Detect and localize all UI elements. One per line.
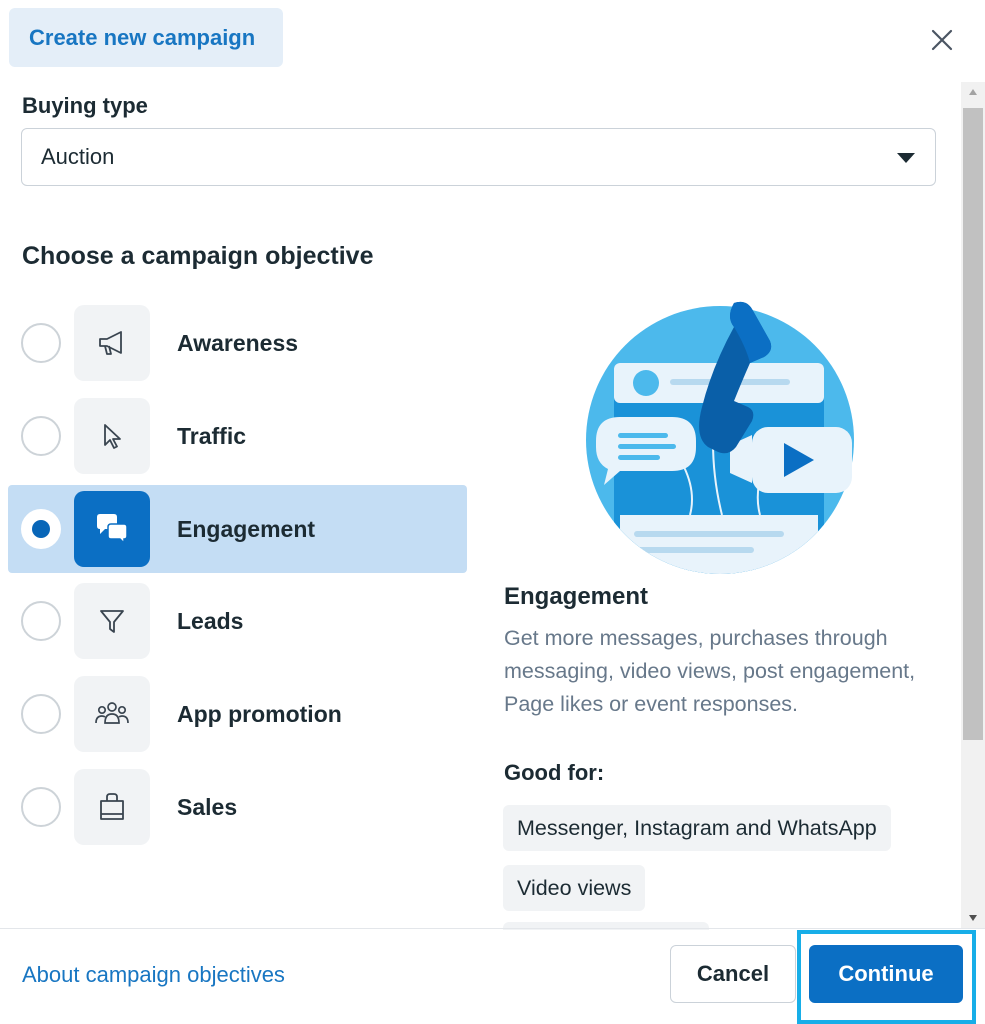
description-title: Engagement: [504, 583, 649, 610]
buying-type-label: Buying type: [22, 93, 148, 118]
people-icon: [74, 676, 150, 752]
objective-label: Engagement: [177, 515, 316, 542]
scrollbar-thumb[interactable]: [963, 108, 983, 740]
good-for-label: Good for:: [504, 760, 605, 785]
objective-label: Leads: [177, 607, 244, 634]
about-objectives-link[interactable]: About campaign objectives: [22, 962, 285, 988]
cancel-button[interactable]: Cancel: [670, 945, 796, 1003]
continue-button[interactable]: Continue: [809, 945, 963, 1003]
radio-button[interactable]: [21, 416, 61, 456]
radio-button[interactable]: [21, 601, 61, 641]
good-for-chip: Video views: [503, 865, 646, 911]
objective-leads[interactable]: Leads: [8, 577, 467, 665]
radio-button[interactable]: [21, 787, 61, 827]
footer-divider: [0, 928, 985, 929]
scroll-up-arrow[interactable]: [961, 82, 985, 102]
create-campaign-tab[interactable]: Create new campaign: [9, 8, 283, 67]
objective-engagement[interactable]: Engagement: [8, 485, 467, 573]
objective-awareness[interactable]: Awareness: [8, 299, 467, 387]
objective-app-promotion[interactable]: App promotion: [8, 670, 467, 758]
radio-button[interactable]: [21, 323, 61, 363]
objective-sales[interactable]: Sales: [8, 763, 467, 851]
buying-type-select[interactable]: Auction: [21, 128, 936, 186]
caret-down-icon: [897, 153, 915, 163]
radio-button[interactable]: [21, 694, 61, 734]
scrollbar[interactable]: [961, 82, 985, 928]
close-icon: [931, 29, 953, 51]
good-for-chip: Messenger, Instagram and WhatsApp: [503, 805, 891, 851]
engagement-illustration: [586, 301, 854, 574]
objective-label: Sales: [177, 793, 238, 820]
buying-type-value: Auction: [41, 144, 115, 169]
objective-label: App promotion: [177, 700, 342, 727]
objective-label: Awareness: [177, 329, 299, 356]
objective-traffic[interactable]: Traffic: [8, 392, 467, 480]
filter-icon: [74, 583, 150, 659]
dialog-title: Create new campaign: [29, 24, 256, 50]
objective-label: Traffic: [177, 422, 247, 449]
close-button[interactable]: [926, 24, 958, 56]
megaphone-icon: [74, 305, 150, 381]
chat-bubbles-icon: [74, 491, 150, 567]
description-text: Get more messages, purchases through mes…: [504, 626, 916, 716]
cursor-icon: [74, 398, 150, 474]
scroll-down-arrow[interactable]: [961, 908, 985, 928]
shopping-bag-icon: [74, 769, 150, 845]
objective-section-title: Choose a campaign objective: [22, 242, 374, 270]
radio-button-selected[interactable]: [21, 509, 61, 549]
